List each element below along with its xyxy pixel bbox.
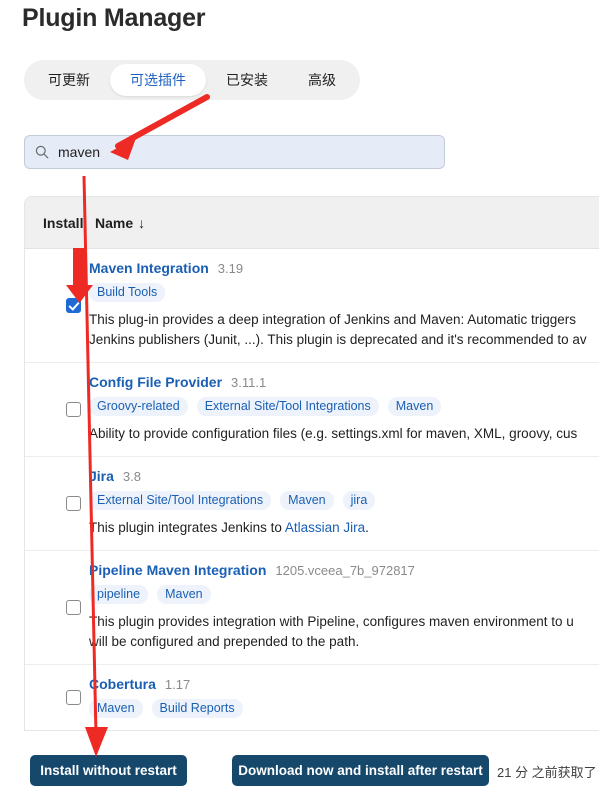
install-checkbox[interactable] bbox=[66, 402, 81, 417]
page-title: Plugin Manager bbox=[22, 4, 206, 32]
plugin-description: This plugin provides integration with Pi… bbox=[89, 614, 574, 649]
table-row: Jira 3.8 External Site/Tool Integrations… bbox=[25, 457, 599, 551]
plugin-label[interactable]: Groovy-related bbox=[89, 397, 188, 416]
plugin-name-link[interactable]: Config File Provider bbox=[89, 374, 222, 390]
plugin-version: 3.8 bbox=[122, 469, 141, 484]
plugin-description-link[interactable]: Atlassian Jira bbox=[285, 520, 365, 535]
plugin-label[interactable]: Build Tools bbox=[89, 283, 166, 302]
plugin-label[interactable]: Maven bbox=[387, 397, 442, 416]
install-without-restart-button[interactable]: Install without restart bbox=[30, 755, 187, 786]
install-checkbox-cell bbox=[25, 363, 89, 456]
plugin-label[interactable]: jira bbox=[342, 491, 376, 510]
plugin-title-line: Maven Integration 3.19 bbox=[89, 260, 599, 276]
plugin-name-link[interactable]: Pipeline Maven Integration bbox=[89, 562, 266, 578]
plugin-title-line: Config File Provider 3.11.1 bbox=[89, 374, 599, 390]
plugin-manager-page: Plugin Manager 可更新 可选插件 已安装 高级 Install N… bbox=[0, 0, 599, 786]
fetch-status-text: 21 分 之前获取了 bbox=[497, 765, 597, 780]
plugin-version: 1.17 bbox=[164, 677, 191, 692]
install-checkbox[interactable] bbox=[66, 690, 81, 705]
install-checkbox-cell bbox=[25, 665, 89, 730]
search-box[interactable] bbox=[24, 135, 445, 169]
install-checkbox-cell bbox=[25, 457, 89, 550]
plugin-label[interactable]: External Site/Tool Integrations bbox=[89, 491, 272, 510]
plugin-info: Cobertura 1.17 Maven Build Reports bbox=[89, 665, 599, 730]
plugin-labels: Build Tools bbox=[89, 283, 599, 302]
plugin-table: Install Name ↓ Maven Integration 3.19 Bui… bbox=[24, 196, 599, 731]
plugin-description: Ability to provide configuration files (… bbox=[89, 426, 578, 441]
tab-bar: 可更新 可选插件 已安装 高级 bbox=[24, 60, 360, 100]
plugin-label[interactable]: pipeline bbox=[89, 585, 149, 604]
install-checkbox-cell bbox=[25, 551, 89, 664]
plugin-label[interactable]: Build Reports bbox=[151, 699, 243, 718]
download-install-after-restart-button[interactable]: Download now and install after restart bbox=[232, 755, 489, 786]
plugin-description-tail: . bbox=[365, 520, 369, 535]
tab-updates[interactable]: 可更新 bbox=[28, 64, 110, 96]
plugin-title-line: Jira 3.8 bbox=[89, 468, 599, 484]
plugin-labels: Groovy-related External Site/Tool Integr… bbox=[89, 397, 599, 416]
search-input[interactable] bbox=[58, 136, 434, 168]
plugin-info: Jira 3.8 External Site/Tool Integrations… bbox=[89, 457, 599, 550]
plugin-description: This plugin integrates Jenkins to Atlass… bbox=[89, 518, 599, 538]
plugin-title-line: Pipeline Maven Integration 1205.vceea_7b… bbox=[89, 562, 599, 578]
column-header-name-label: Name bbox=[95, 214, 134, 231]
plugin-description-text: This plugin integrates Jenkins to bbox=[89, 520, 285, 535]
plugin-title-line: Cobertura 1.17 bbox=[89, 676, 599, 692]
table-header-row: Install Name ↓ bbox=[25, 197, 599, 249]
sort-descending-icon: ↓ bbox=[138, 214, 146, 231]
table-row: Pipeline Maven Integration 1205.vceea_7b… bbox=[25, 551, 599, 665]
tab-available-plugins[interactable]: 可选插件 bbox=[110, 64, 206, 96]
plugin-labels: Maven Build Reports bbox=[89, 699, 599, 718]
plugin-info: Config File Provider 3.11.1 Groovy-relat… bbox=[89, 363, 599, 456]
install-checkbox-cell bbox=[25, 249, 89, 362]
plugin-label[interactable]: External Site/Tool Integrations bbox=[196, 397, 379, 416]
plugin-labels: External Site/Tool Integrations Maven ji… bbox=[89, 491, 599, 510]
install-checkbox[interactable] bbox=[66, 600, 81, 615]
plugin-description: This plug-in provides a deep integration… bbox=[89, 312, 587, 347]
plugin-info: Maven Integration 3.19 Build Tools This … bbox=[89, 249, 599, 362]
plugin-version: 3.11.1 bbox=[231, 375, 267, 390]
search-icon bbox=[35, 145, 49, 159]
plugin-name-link[interactable]: Maven Integration bbox=[89, 260, 209, 276]
table-row: Maven Integration 3.19 Build Tools This … bbox=[25, 249, 599, 363]
plugin-name-link[interactable]: Cobertura bbox=[89, 676, 156, 692]
tab-advanced[interactable]: 高级 bbox=[288, 64, 356, 96]
column-header-name[interactable]: Name ↓ bbox=[95, 215, 145, 231]
plugin-label[interactable]: Maven bbox=[157, 585, 211, 604]
plugin-labels: pipeline Maven bbox=[89, 585, 599, 604]
table-row: Cobertura 1.17 Maven Build Reports bbox=[25, 665, 599, 730]
table-row: Config File Provider 3.11.1 Groovy-relat… bbox=[25, 363, 599, 457]
tab-installed[interactable]: 已安装 bbox=[206, 64, 288, 96]
plugin-version: 1205.vceea_7b_972817 bbox=[275, 563, 415, 578]
column-header-install[interactable]: Install bbox=[25, 215, 89, 231]
plugin-label[interactable]: Maven bbox=[280, 491, 334, 510]
plugin-info: Pipeline Maven Integration 1205.vceea_7b… bbox=[89, 551, 599, 664]
plugin-label[interactable]: Maven bbox=[89, 699, 143, 718]
install-checkbox[interactable] bbox=[66, 496, 81, 511]
plugin-name-link[interactable]: Jira bbox=[89, 468, 114, 484]
plugin-version: 3.19 bbox=[217, 261, 244, 276]
install-checkbox[interactable] bbox=[66, 298, 81, 313]
